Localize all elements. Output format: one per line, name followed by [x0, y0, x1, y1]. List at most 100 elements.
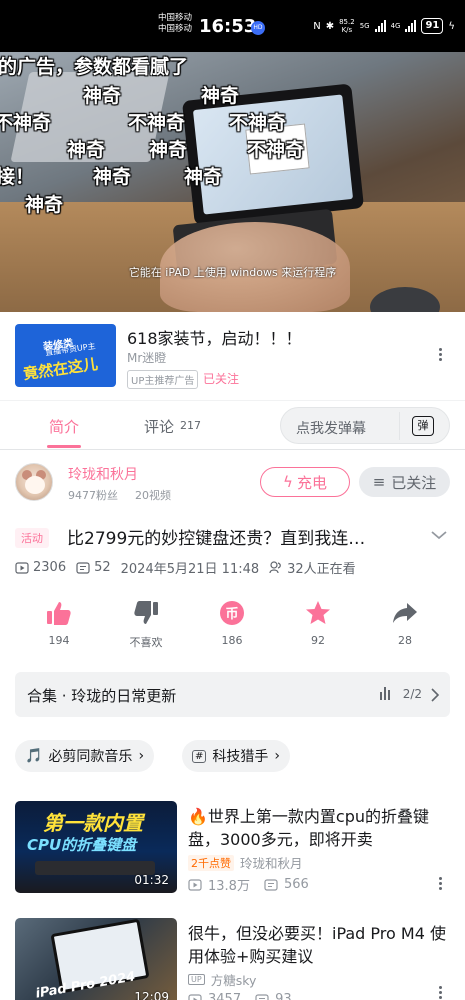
signal-icon [374, 20, 386, 32]
followed-button[interactable]: ≡ 已关注 [359, 467, 450, 497]
rec-danmaku: 566 [283, 877, 309, 892]
collection-bar[interactable]: 合集 · 玲珑的日常更新 2/2 [15, 672, 450, 717]
dislike-button[interactable]: 不喜欢 [116, 598, 176, 650]
chevron-down-icon[interactable] [430, 528, 448, 542]
charging-icon: ϟ [448, 20, 455, 32]
carrier-1: 中国移动 [158, 13, 193, 23]
rec-plays: 3457 [208, 992, 242, 1000]
tag-label: 科技猎手 [212, 749, 269, 765]
danmaku-count-icon [264, 878, 278, 891]
rec-stats: 13.8万 566 [188, 875, 309, 894]
action-bar: 194 不喜欢 币 186 92 28 [0, 598, 465, 653]
danmaku-send-button[interactable]: 弹 [399, 412, 443, 440]
favorite-count: 92 [311, 634, 325, 647]
tab-comments-count: 217 [180, 419, 201, 432]
avatar[interactable] [15, 463, 53, 501]
tab-active-indicator [47, 445, 81, 448]
play-count-icon [188, 878, 202, 891]
rec-author: 方糖sky [210, 973, 257, 988]
publish-date: 2024年5月21日 11:48 [120, 562, 260, 577]
network-5g-label: 5G [359, 22, 370, 30]
ad-thumbnail[interactable]: 装修类 直播带货UP主 竟然在这儿 [15, 324, 116, 387]
rec-stats: 3457 93 [188, 992, 292, 1000]
ad-title[interactable]: 618家装节，启动！！！ [127, 325, 302, 349]
svg-text:币: 币 [225, 607, 238, 622]
danmaku-line: 神奇 [184, 166, 223, 188]
play-count-icon [15, 561, 29, 574]
ad-thumb-text: 竟然在这儿 [22, 354, 99, 384]
nfc-icon: N [313, 20, 321, 32]
video-title: 比2799元的妙控键盘还贵？直到我连… [67, 529, 366, 549]
ad-card[interactable]: 装修类 直播带货UP主 竟然在这儿 618家装节，启动！！！ Mr迷瞪 UP主推… [0, 312, 465, 400]
play-count-icon [188, 993, 202, 1000]
danmaku-line: 不神奇 [247, 139, 305, 161]
share-icon [393, 603, 417, 623]
danmaku-tv-icon: 弹 [412, 416, 434, 436]
more-icon[interactable] [436, 348, 444, 361]
rec-danmaku: 93 [275, 992, 292, 1000]
hot-badge: 2千点赞 [188, 854, 234, 871]
favorite-button[interactable]: 92 [288, 598, 348, 647]
music-robot-icon: 🎵 [25, 748, 43, 764]
video-player[interactable]: 的广告，参数都看腻了 神奇 神奇 不神奇 不神奇 不神奇 神奇 神奇 不神奇 接… [0, 52, 465, 312]
like-button[interactable]: 194 [29, 598, 89, 647]
danmaku-count-icon [255, 993, 269, 1000]
rec-plays: 13.8万 [208, 879, 250, 894]
list-item[interactable]: iPad Pro 2024 12:09 很牛，但没必要买！iPad Pro M4… [0, 918, 465, 1000]
tag-chip-music[interactable]: 🎵 必剪同款音乐 › [15, 740, 155, 772]
tag-label: 必剪同款音乐 [48, 749, 133, 765]
more-icon[interactable] [436, 877, 444, 890]
network-speed: 85.2 K/s [339, 18, 355, 34]
rec-meta: UP 方糖sky [188, 970, 256, 989]
tab-intro[interactable]: 简介 [49, 416, 79, 437]
danmaku-line: 不神奇 [0, 112, 52, 134]
rec-title: 🔥世界上第一款内置cpu的折叠键盘，3000多元，即将开卖 [188, 807, 430, 849]
danmaku-input[interactable]: 点我发弹幕 弹 [280, 407, 450, 444]
dislike-label: 不喜欢 [129, 636, 163, 649]
status-bar: 中国移动 中国移动 16:53 HD N ✱ 85.2 K/s 5G 4G 91… [0, 0, 465, 52]
coin-button[interactable]: 币 186 [202, 598, 262, 647]
menu-lines-icon: ≡ [372, 473, 386, 491]
collection-label: 合集 · 玲珑的日常更新 [27, 687, 177, 705]
ad-follow-status: 已关注 [203, 372, 240, 386]
rec-thumbnail[interactable]: 第一款内置 CPU的折叠键盘 01:32 [15, 801, 177, 893]
video-subtitle: 它能在 iPAD 上使用 windows 来运行程序 [128, 266, 337, 279]
rec-author: 玲珑和秋月 [240, 856, 303, 871]
network-4g-label: 4G [390, 22, 401, 30]
network-speed-value: 85.2 [339, 18, 355, 26]
danmaku-line: 神奇 [25, 194, 64, 216]
danmaku-line: 不神奇 [128, 112, 186, 134]
hd-icon: HD [251, 21, 265, 35]
detail-tabs: 简介 评论 217 点我发弹幕 弹 [0, 400, 465, 450]
tab-comments[interactable]: 评论 [144, 416, 174, 437]
danmaku-count-icon [76, 561, 90, 574]
thumbs-down-icon [134, 601, 158, 624]
tag-chip-tech[interactable]: # 科技猎手 › [182, 740, 290, 772]
danmaku-line: 神奇 [201, 85, 240, 107]
rec-duration: 12:09 [134, 990, 169, 1000]
like-count: 194 [48, 634, 70, 647]
star-icon [306, 601, 330, 624]
network-speed-unit: K/s [341, 26, 353, 34]
charge-label: 充电 [296, 473, 327, 492]
up-badge: UP [188, 974, 205, 985]
lightning-icon: ϟ [283, 473, 293, 491]
chevron-right-icon: › [138, 748, 145, 764]
activity-tag[interactable]: 活动 [15, 528, 49, 548]
playlist-bars-icon [380, 687, 390, 700]
carrier-2: 中国移动 [158, 24, 193, 34]
share-button[interactable]: 28 [375, 598, 435, 647]
charge-button[interactable]: ϟ 充电 [260, 467, 350, 497]
ad-user[interactable]: Mr迷瞪 [127, 349, 166, 366]
coin-icon: 币 [220, 601, 244, 625]
rec-thumbnail[interactable]: iPad Pro 2024 12:09 [15, 918, 177, 1000]
danmaku-line: 神奇 [83, 85, 122, 107]
followed-label: 已关注 [391, 473, 437, 492]
danmaku-line: 神奇 [93, 166, 132, 188]
uploader-name[interactable]: 玲珑和秋月 [68, 464, 138, 484]
danmaku-line: 神奇 [67, 139, 106, 161]
bluetooth-icon: ✱ [325, 20, 335, 32]
more-icon[interactable] [436, 986, 444, 999]
watching-count: 32人正在看 [287, 562, 356, 577]
list-item[interactable]: 第一款内置 CPU的折叠键盘 01:32 🔥世界上第一款内置cpu的折叠键盘，3… [0, 801, 465, 911]
